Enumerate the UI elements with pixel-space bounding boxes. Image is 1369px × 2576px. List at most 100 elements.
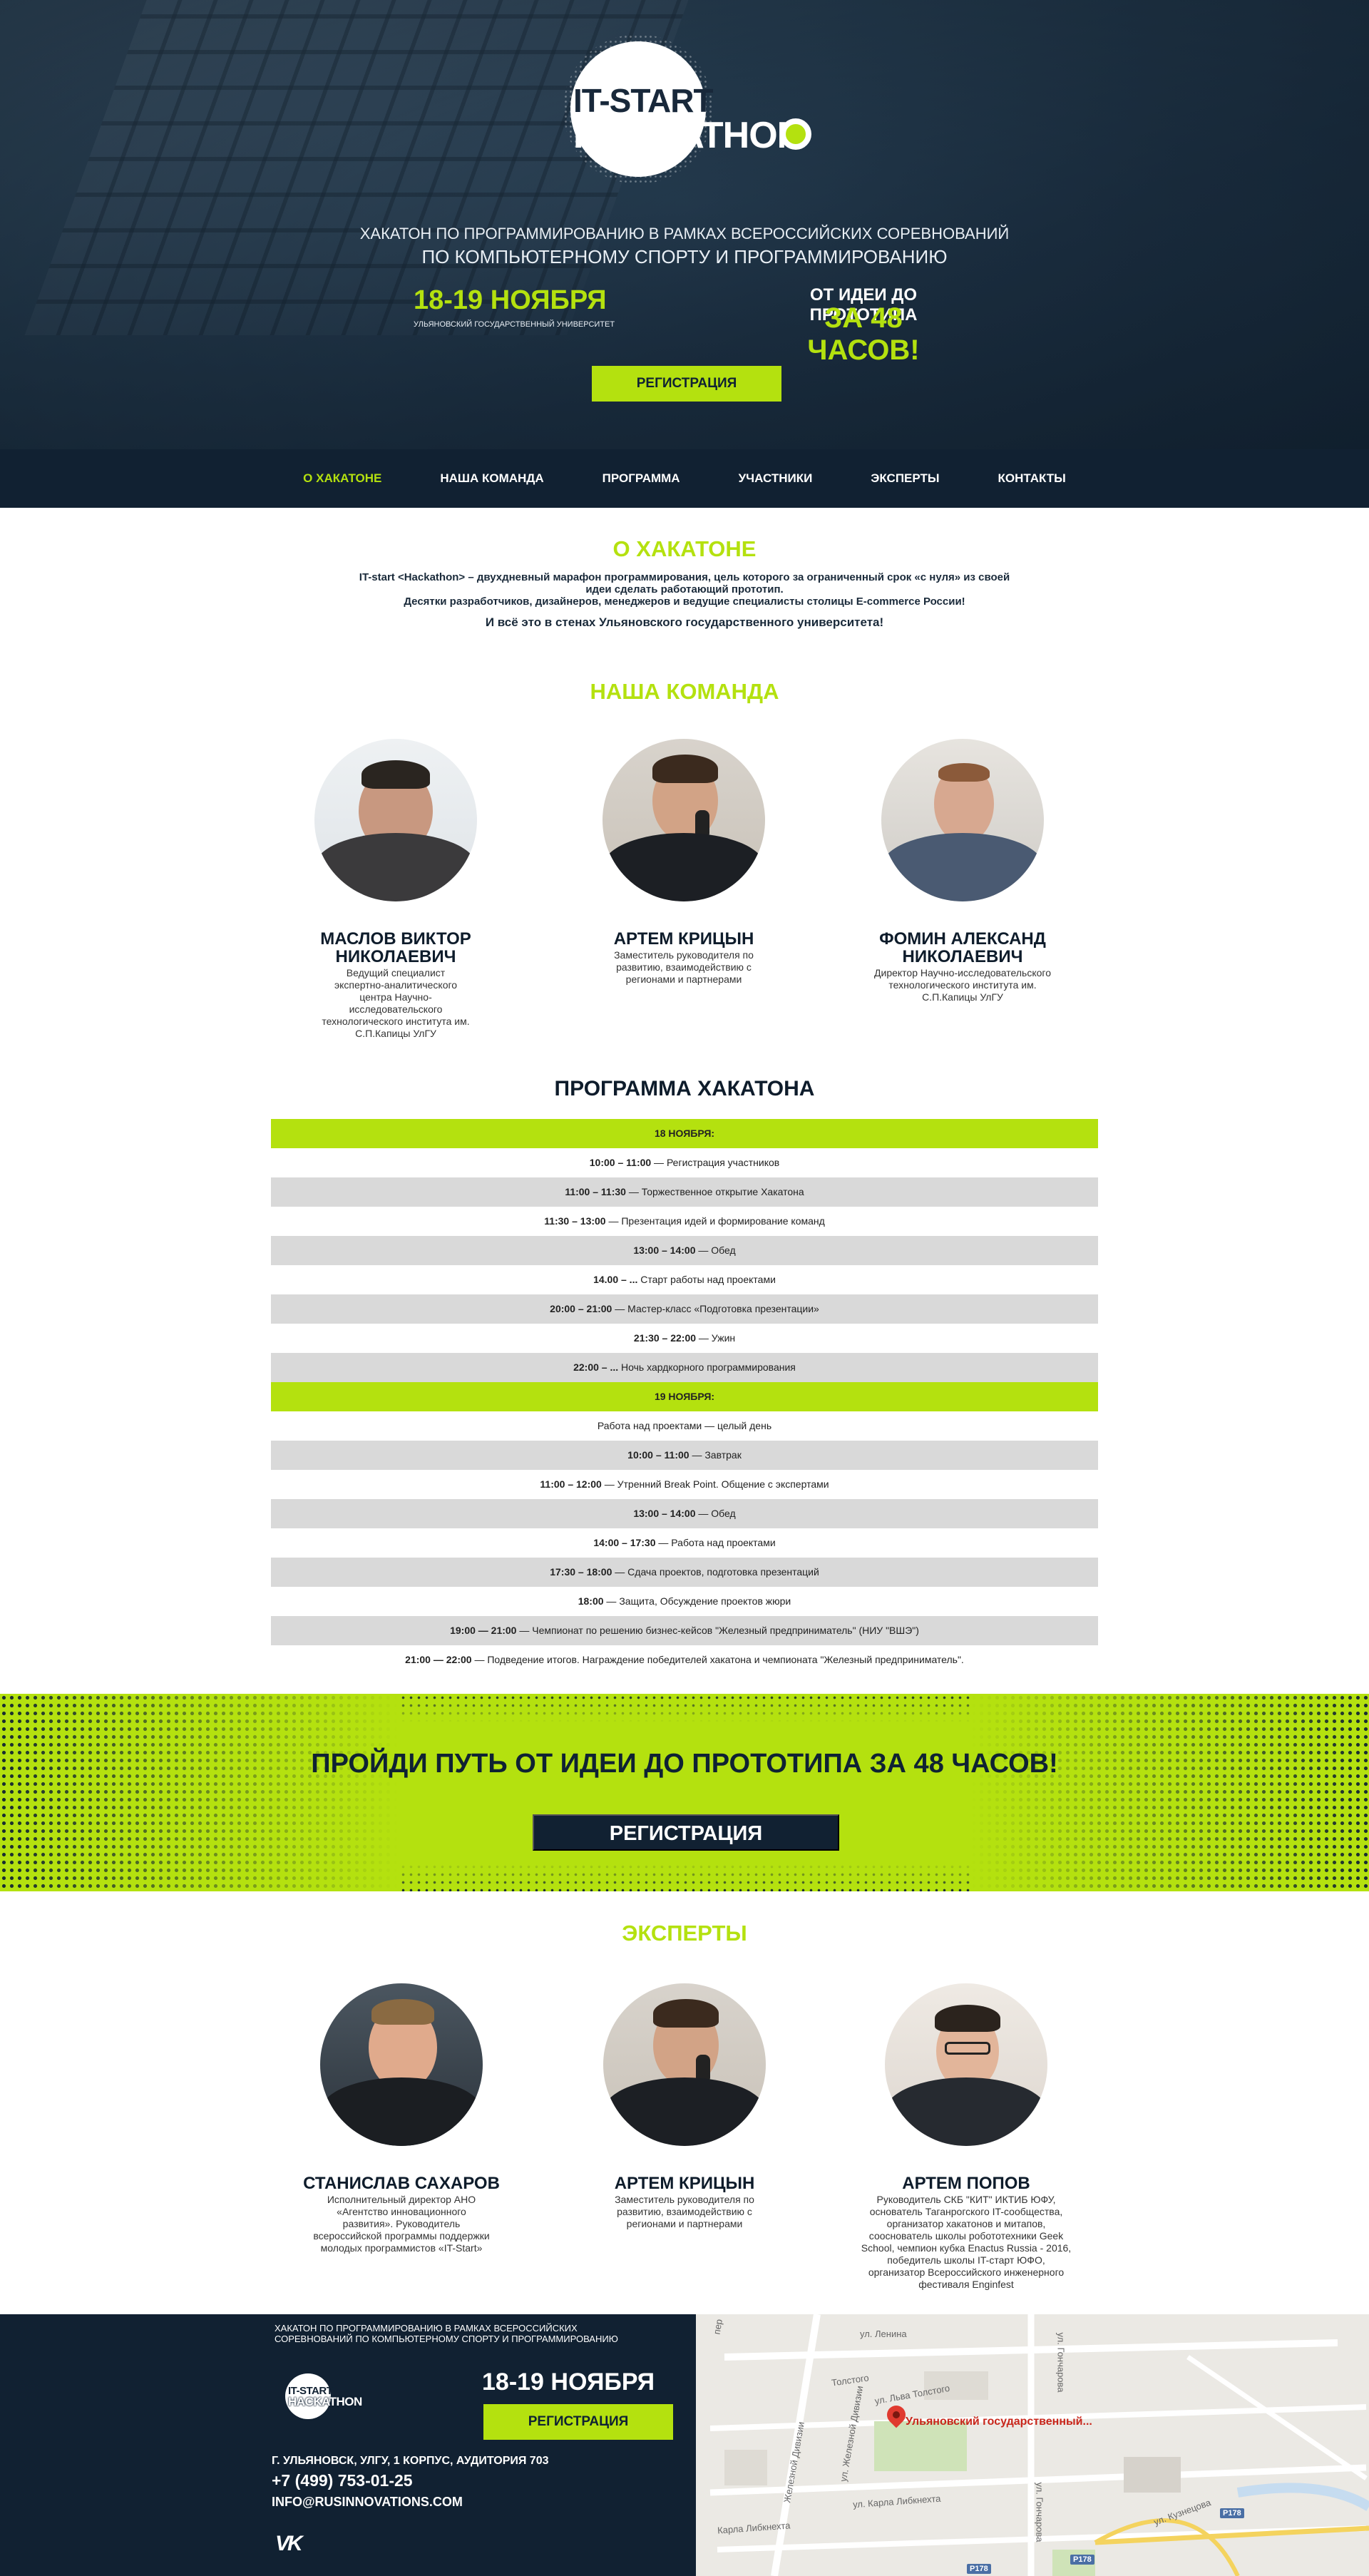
- avatar: [603, 1983, 766, 2146]
- schedule-row: 19:00 — 21:00 — Чемпионат по решению биз…: [271, 1616, 1098, 1645]
- schedule-text: 18 НОЯБРЯ:: [654, 1128, 715, 1139]
- footer-phone[interactable]: +7 (499) 753-01-25: [272, 2471, 413, 2490]
- schedule-time: 13:00 – 14:00: [633, 1244, 696, 1256]
- team-member-card: МАСЛОВ ВИКТОР НИКОЛАЕВИЧ Ведущий специал…: [289, 739, 503, 1040]
- footer-address: Г. УЛЬЯНОВСК, УЛГУ, 1 КОРПУС, АУДИТОРИЯ …: [272, 2455, 549, 2467]
- schedule-time: 19:00 — 21:00: [450, 1625, 517, 1636]
- team-member-card: ФОМИН АЛЕКСАНД НИКОЛАЕВИЧ Директор Научн…: [856, 739, 1070, 1003]
- schedule-text: — Презентация идей и формирование команд: [605, 1215, 825, 1227]
- schedule-text: Ночь хардкорного программирования: [618, 1361, 796, 1373]
- schedule-row: 17:30 – 18:00 — Сдача проектов, подготов…: [271, 1558, 1098, 1587]
- member-desc: Заместитель руководителя по развитию, вз…: [614, 949, 754, 985]
- schedule-text: — Сдача проектов, подготовка презентаций: [612, 1566, 819, 1578]
- about-text-3: Десятки разработчиков, дизайнеров, менед…: [404, 596, 965, 608]
- about-title: О ХАКАТОНЕ: [612, 536, 757, 561]
- schedule-time: 13:00 – 14:00: [633, 1508, 696, 1519]
- expert-name: АРТЕМ КРИЦЫН: [614, 2174, 755, 2193]
- schedule-row: 10:00 – 11:00 — Завтрак: [271, 1441, 1098, 1470]
- schedule-text: — Работа над проектами: [655, 1537, 776, 1548]
- team-title: НАША КОМАНДА: [590, 679, 779, 704]
- about-text-4: И всё это в стенах Ульяновского государс…: [485, 615, 884, 629]
- schedule-row: 21:30 – 22:00 — Ужин: [271, 1324, 1098, 1353]
- schedule-time: 11:30 – 13:00: [544, 1215, 606, 1227]
- expert-card: АРТЕМ ПОПОВ Руководитель СКБ "КИТ" ИКТИБ…: [859, 1983, 1073, 2291]
- logo-line-2: HACKATHON: [573, 115, 804, 156]
- schedule-time: 21:00 — 22:00: [405, 1654, 472, 1665]
- hackathon-logo[interactable]: IT-START HACKATHON: [563, 34, 848, 184]
- schedule-text: — Защита, Обсуждение проектов жюри: [603, 1595, 791, 1607]
- schedule-row: 11:00 – 12:00 — Утренний Break Point. Об…: [271, 1470, 1098, 1499]
- schedule-text: — Чемпионат по решению бизнес-кейсов "Же…: [516, 1625, 919, 1636]
- footer-register-button[interactable]: РЕГИСТРАЦИЯ: [483, 2404, 673, 2440]
- map-label: ул. Гончарова: [1034, 2482, 1045, 2542]
- schedule-text: — Обед: [695, 1244, 736, 1256]
- schedule-row: 13:00 – 14:00 — Обед: [271, 1499, 1098, 1528]
- expert-desc: Руководитель СКБ "КИТ" ИКТИБ ЮФУ, основа…: [861, 2194, 1072, 2290]
- about-text-2: идеи сделать работающий прототип.: [585, 583, 784, 596]
- schedule-text: — Подведение итогов. Награждение победит…: [471, 1654, 964, 1665]
- schedule-row: 22:00 – ... Ночь хардкорного программиро…: [271, 1353, 1098, 1382]
- schedule-time: 11:00 – 11:30: [565, 1186, 626, 1197]
- schedule-time: 14.00 – ...: [593, 1274, 638, 1285]
- nav-item-contacts[interactable]: КОНТАКТЫ: [969, 471, 1095, 486]
- schedule-row: 11:30 – 13:00 — Презентация идей и форми…: [271, 1207, 1098, 1236]
- member-desc: Ведущий специалист экспертно-аналитическ…: [322, 967, 470, 1039]
- about-text-1: IT-start <Hackathon> – двухдневный мараф…: [359, 571, 1010, 583]
- expert-name: АРТЕМ ПОПОВ: [902, 2174, 1030, 2193]
- footer-logo[interactable]: IT-START HACKATHON: [284, 2371, 384, 2421]
- nav-item-experts[interactable]: ЭКСПЕРТЫ: [841, 471, 968, 486]
- schedule-row: 14.00 – ... Старт работы над проектами: [271, 1265, 1098, 1294]
- cta-register-button[interactable]: РЕГИСТРАЦИЯ: [533, 1814, 839, 1851]
- team-member-card: АРТЕМ КРИЦЫН Заместитель руководителя по…: [577, 739, 791, 986]
- schedule-row: 11:00 – 11:30 — Торжественное открытие Х…: [271, 1177, 1098, 1207]
- schedule-day-header: 19 НОЯБРЯ:: [271, 1382, 1098, 1411]
- cta-section: ПРОЙДИ ПУТЬ ОТ ИДЕИ ДО ПРОТОТИПА ЗА 48 Ч…: [0, 1694, 1369, 1891]
- schedule-time: 11:00 – 12:00: [540, 1478, 602, 1490]
- schedule-row: 20:00 – 21:00 — Мастер-класс «Подготовка…: [271, 1294, 1098, 1324]
- member-desc: Директор Научно-исследовательского техно…: [874, 967, 1051, 1003]
- register-button[interactable]: РЕГИСТРАЦИЯ: [592, 366, 781, 402]
- map-label: ул. Ленина: [860, 2329, 907, 2339]
- map-pin-label[interactable]: Ульяновский государственный...: [906, 2416, 1092, 2428]
- avatar: [314, 739, 477, 901]
- schedule-time: 14:00 – 17:30: [593, 1537, 656, 1548]
- experts-title: ЭКСПЕРТЫ: [622, 1921, 747, 1946]
- route-shield: Р178: [1070, 2555, 1094, 2565]
- avatar: [881, 739, 1044, 901]
- avatar: [885, 1983, 1047, 2146]
- schedule-text: 19 НОЯБРЯ:: [654, 1391, 715, 1402]
- expert-name: СТАНИСЛАВ САХАРОВ: [303, 2174, 500, 2193]
- schedule-time: 17:30 – 18:00: [550, 1566, 612, 1578]
- nav-item-team[interactable]: НАША КОМАНДА: [411, 471, 573, 486]
- member-name: МАСЛОВ ВИКТОР НИКОЛАЕВИЧ: [320, 929, 471, 966]
- schedule-day-header: 18 НОЯБРЯ:: [271, 1119, 1098, 1148]
- main-nav: О ХАКАТОНЕ НАША КОМАНДА ПРОГРАММА УЧАСТН…: [0, 449, 1369, 508]
- avatar: [320, 1983, 483, 2146]
- schedule-text: — Завтрак: [689, 1449, 742, 1461]
- nav-item-participants[interactable]: УЧАСТНИКИ: [709, 471, 842, 486]
- cta-text: ПРОЙДИ ПУТЬ ОТ ИДЕИ ДО ПРОТОТИПА ЗА 48 Ч…: [311, 1749, 1058, 1779]
- footer-email[interactable]: INFO@RUSINNOVATIONS.COM: [272, 2495, 463, 2510]
- schedule-time: 10:00 – 11:00: [589, 1157, 652, 1168]
- nav-item-program[interactable]: ПРОГРАММА: [573, 471, 709, 486]
- vk-icon[interactable]: VK: [275, 2532, 303, 2556]
- schedule-text: — Регистрация участников: [651, 1157, 780, 1168]
- schedule-row: 13:00 – 14:00 — Обед: [271, 1236, 1098, 1265]
- schedule-time: 18:00: [578, 1595, 604, 1607]
- map-label: ул. Гончарова: [1055, 2332, 1067, 2393]
- hero-section: IT-START HACKATHON ХАКАТОН ПО ПРОГРАММИР…: [0, 0, 1369, 449]
- hero-subtitle-2: ПО КОМПЬЮТЕРНОМУ СПОРТУ И ПРОГРАММИРОВАН…: [421, 246, 948, 267]
- logo-ring-icon: [780, 118, 811, 150]
- nav-item-about[interactable]: О ХАКАТОНЕ: [274, 471, 411, 486]
- schedule-time: 10:00 – 11:00: [627, 1449, 689, 1461]
- expert-desc: Исполнительный директор АНО «Агентство и…: [313, 2194, 490, 2254]
- location-map[interactable]: ул. Ленина ул. Гончарова Толстого ул. Ль…: [696, 2314, 1369, 2576]
- schedule-row: 10:00 – 11:00 — Регистрация участников: [271, 1148, 1098, 1177]
- hero-date: 18-19 НОЯБРЯ: [414, 285, 607, 315]
- schedule-time: 20:00 – 21:00: [550, 1303, 612, 1314]
- schedule-text: — Мастер-класс «Подготовка презентации»: [612, 1303, 819, 1314]
- schedule-text: — Утренний Break Point. Общение с экспер…: [601, 1478, 829, 1490]
- schedule-text: Старт работы над проектами: [637, 1274, 776, 1285]
- route-shield: Р178: [967, 2564, 991, 2574]
- expert-desc: Заместитель руководителя по развитию, вз…: [615, 2194, 754, 2229]
